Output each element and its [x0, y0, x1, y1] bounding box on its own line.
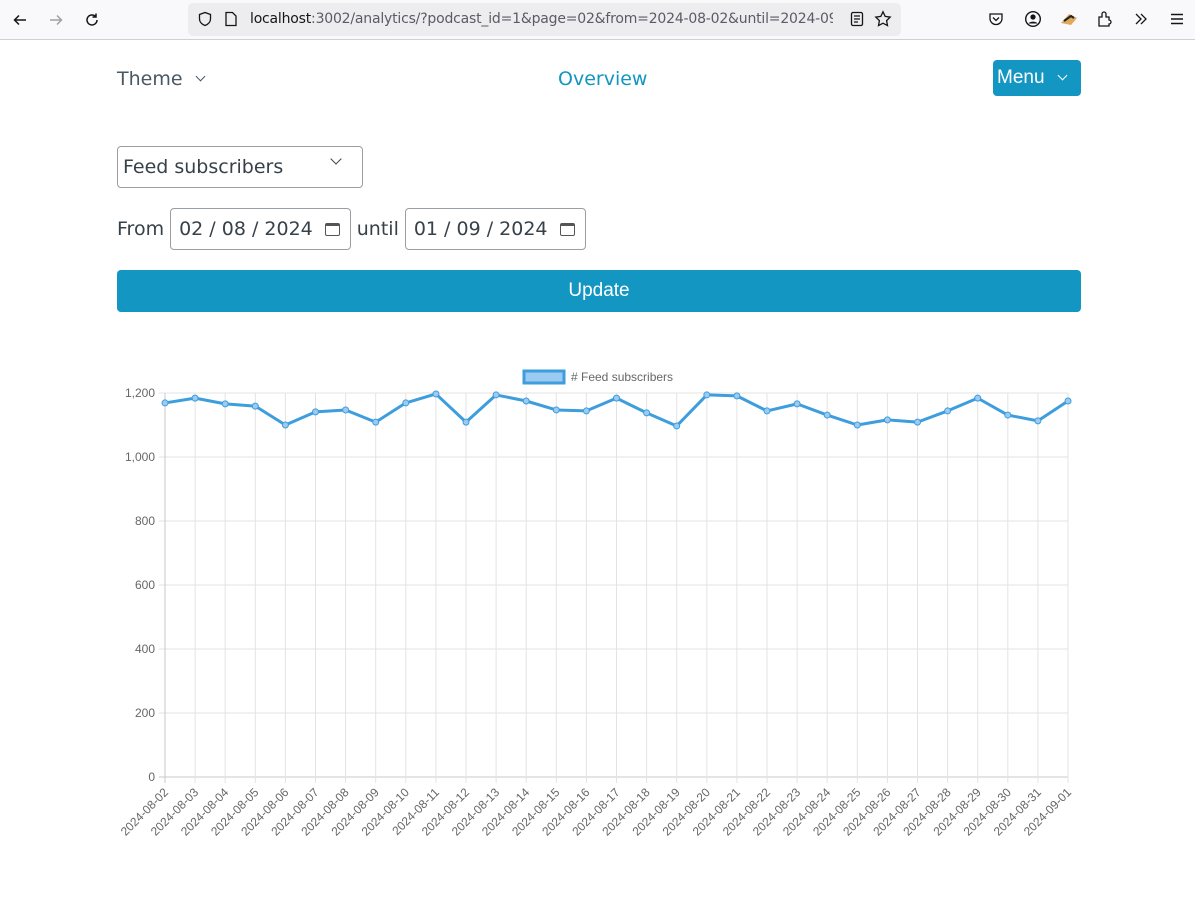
back-icon	[13, 14, 26, 26]
theme-dropdown[interactable]: Theme	[117, 68, 205, 90]
account-icon[interactable]	[1022, 8, 1044, 30]
forward-button[interactable]	[44, 8, 68, 32]
url-text[interactable]: localhost:3002/analytics/?podcast_id=1&p…	[250, 11, 833, 27]
update-button[interactable]: Update	[117, 270, 1081, 312]
from-label: From	[117, 218, 165, 240]
chevron-down-icon	[1057, 70, 1067, 81]
from-date-value: 02 / 08 / 2024	[179, 218, 313, 240]
extensions-icon[interactable]	[1094, 8, 1116, 30]
forward-icon	[50, 14, 63, 26]
metric-selected-value: Feed subscribers	[123, 156, 284, 178]
overview-link[interactable]: Overview	[558, 68, 647, 90]
theme-label: Theme	[117, 68, 183, 90]
address-bar[interactable]: localhost:3002/analytics/?podcast_id=1&p…	[188, 3, 901, 36]
back-button[interactable]	[8, 8, 32, 32]
url-path: :3002/analytics/?podcast_id=1&page=02&fr…	[311, 11, 833, 27]
page-icon[interactable]	[222, 10, 240, 28]
calendar-icon[interactable]	[559, 222, 575, 236]
page: Theme Overview Menu Feed subscribers Fro…	[0, 41, 1195, 918]
overflow-icon[interactable]	[1130, 8, 1152, 30]
reader-view-icon[interactable]	[848, 10, 866, 28]
until-date-input[interactable]: 01 / 09 / 2024	[404, 208, 586, 250]
bookmark-star-icon[interactable]	[874, 10, 892, 28]
reload-button[interactable]	[80, 8, 104, 32]
url-host: localhost	[250, 11, 312, 27]
menu-button[interactable]: Menu	[993, 60, 1081, 96]
until-label: until	[356, 218, 399, 240]
chevron-down-icon	[195, 71, 205, 82]
chevron-down-icon	[330, 153, 342, 165]
extension-avatar-icon[interactable]	[1058, 8, 1080, 30]
metric-select[interactable]: Feed subscribers	[117, 146, 363, 188]
menu-label: Menu	[997, 67, 1045, 88]
from-date-input[interactable]: 02 / 08 / 2024	[170, 208, 351, 250]
until-date-value: 01 / 09 / 2024	[413, 218, 548, 240]
browser-toolbar: localhost:3002/analytics/?podcast_id=1&p…	[0, 0, 1195, 40]
date-range: From 02 / 08 / 2024 until 01 / 09 / 2024	[117, 208, 586, 250]
hamburger-menu-icon[interactable]	[1166, 8, 1188, 30]
calendar-icon[interactable]	[324, 222, 340, 236]
pocket-icon[interactable]	[985, 8, 1007, 30]
reload-icon	[86, 13, 98, 26]
shield-icon[interactable]	[196, 10, 214, 28]
